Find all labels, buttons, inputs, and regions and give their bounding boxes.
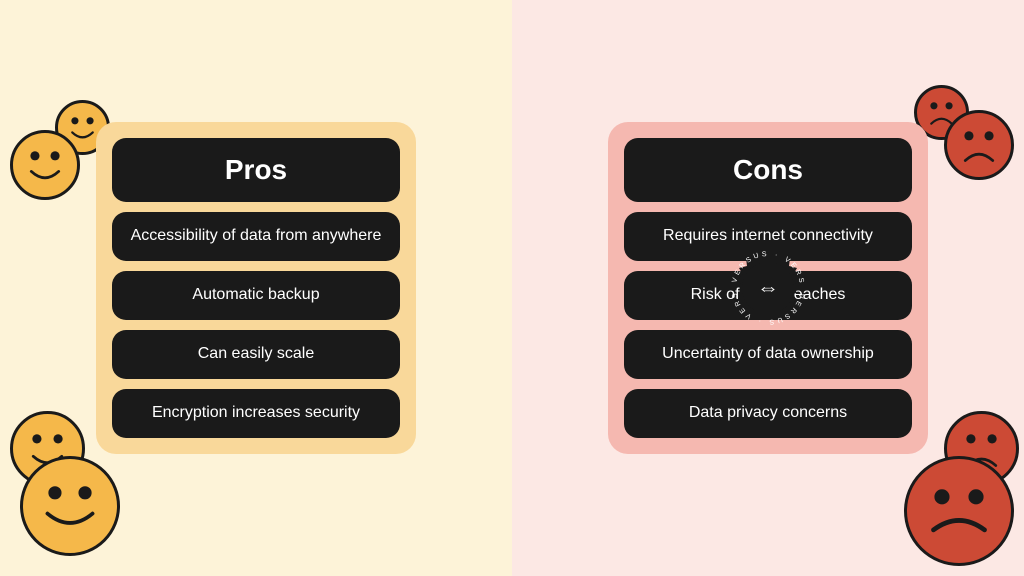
pros-item-3-text: Can easily scale [198,345,315,362]
pros-header: Pros [112,138,400,202]
cons-item-4: Data privacy concerns [624,389,912,438]
happy-face-large [20,456,120,556]
sad-face-mid2 [944,110,1014,180]
cons-item-3-text: Uncertainty of data ownership [662,345,874,362]
cons-item-4-text: Data privacy concerns [689,404,847,421]
pros-item-2: Automatic backup [112,271,400,320]
svg-text:⇔: ⇔ [757,275,779,300]
happy-face-mid2 [10,130,80,200]
versus-badge: ⇔ VERSUS · VERSUS · VERSUS · VERSUS · [723,243,813,333]
pros-title: Pros [225,154,287,185]
pros-item-3: Can easily scale [112,330,400,379]
pros-item-4: Encryption increases security [112,389,400,438]
cons-item-3: Uncertainty of data ownership [624,330,912,379]
pros-card: Pros Accessibility of data from anywhere… [96,122,416,453]
pros-item-1: Accessibility of data from anywhere [112,212,400,261]
sad-face-large [904,456,1014,566]
pros-item-4-text: Encryption increases security [152,404,360,421]
cons-item-1-text: Requires internet connectivity [663,227,873,244]
pros-item-1-text: Accessibility of data from anywhere [131,227,382,244]
pros-item-2-text: Automatic backup [192,286,319,303]
cons-title: Cons [733,154,803,185]
cons-header: Cons [624,138,912,202]
right-panel: Cons Requires internet connectivity Risk… [512,0,1024,576]
left-panel: Pros Accessibility of data from anywhere… [0,0,512,576]
